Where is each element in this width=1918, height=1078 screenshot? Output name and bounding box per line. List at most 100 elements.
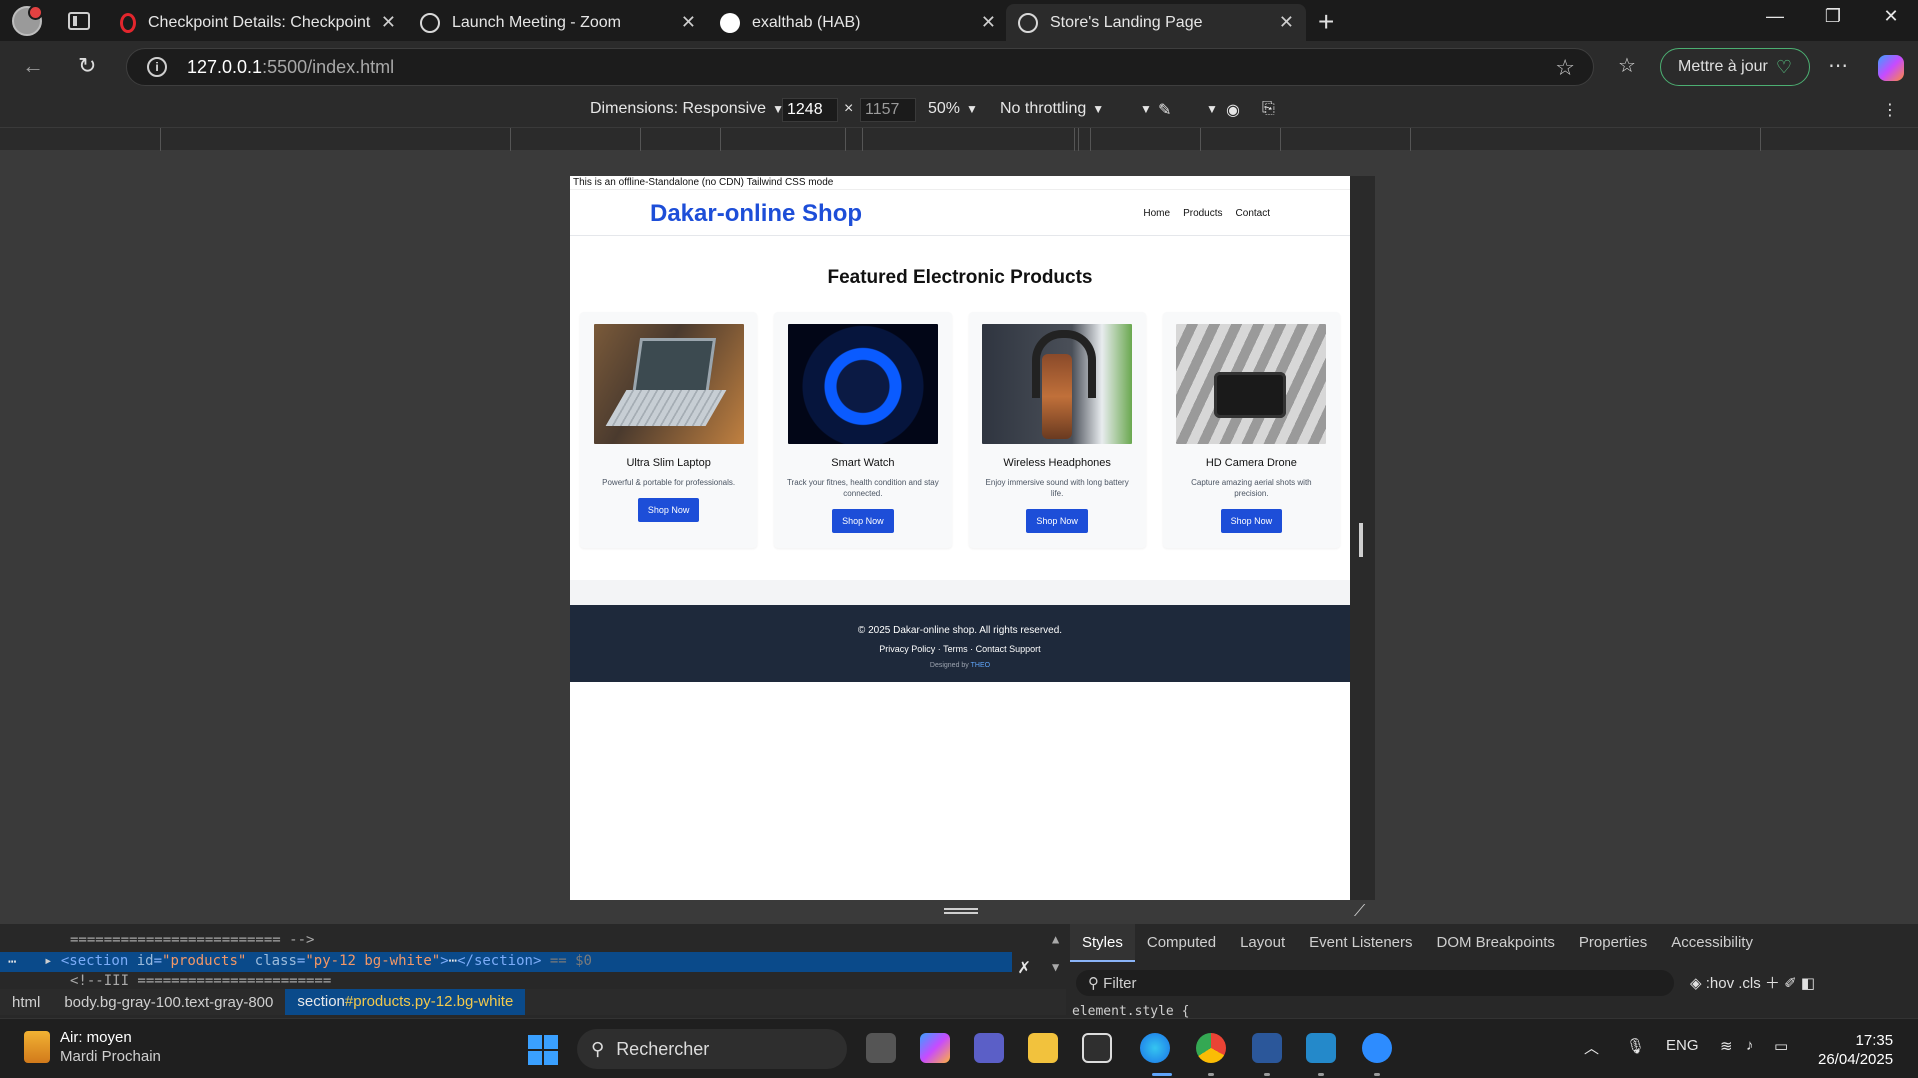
close-window-icon[interactable]: ✕ [1876, 6, 1906, 27]
reload-icon[interactable]: ↻ [78, 53, 96, 79]
device-caret-icon[interactable]: ▼ [1134, 100, 1152, 118]
tab-properties[interactable]: Properties [1567, 924, 1659, 962]
new-tab-button[interactable]: + [1318, 6, 1334, 38]
opera-icon [120, 12, 136, 33]
site-brand[interactable]: Dakar-online Shop [650, 200, 862, 228]
tab-store-landing[interactable]: Store's Landing Page ✕ [1006, 4, 1306, 41]
tab-styles[interactable]: Styles [1070, 924, 1135, 962]
copilot-taskbar-icon[interactable] [920, 1033, 950, 1063]
breadcrumb-section[interactable]: section#products.py-12.bg-white [285, 989, 526, 1015]
selected-dom-node[interactable]: ⋯ ▸ <section id="products" class="py-12 … [0, 952, 1012, 972]
tab-checkpoint[interactable]: Checkpoint Details: Checkpoint R ✕ [108, 4, 408, 41]
edge-icon[interactable] [1140, 1033, 1170, 1063]
update-button[interactable]: Mettre à jour ♡ [1660, 48, 1810, 86]
layers-icon[interactable]: ◈ [1690, 975, 1702, 992]
headphones-image [982, 324, 1133, 444]
shop-now-button[interactable]: Shop Now [1026, 509, 1088, 533]
node-actions-icon[interactable]: ⋯ [8, 954, 16, 970]
copilot-icon[interactable] [1878, 55, 1904, 81]
paint-icon[interactable]: ✐ [1784, 975, 1797, 992]
nav-home-link[interactable]: Home [1143, 208, 1170, 219]
microphone-icon[interactable]: 🎙 [1626, 1037, 1645, 1055]
nav-products-link[interactable]: Products [1183, 208, 1222, 219]
height-input[interactable]: 1157 [860, 98, 916, 122]
teams-icon[interactable] [974, 1033, 1004, 1063]
tab-strip: Checkpoint Details: Checkpoint R ✕ Launc… [0, 0, 1918, 41]
tab-close-icon[interactable]: ✕ [381, 12, 396, 33]
styles-filter-input[interactable]: ⚲ Filter [1076, 970, 1674, 996]
more-menu-icon[interactable]: ⋯ [1828, 53, 1848, 78]
device-more-icon[interactable]: ⋮ [1882, 100, 1898, 120]
breadcrumb-html[interactable]: html [0, 994, 52, 1011]
vscode-icon[interactable] [1306, 1033, 1336, 1063]
cls-toggle[interactable]: .cls [1738, 975, 1761, 992]
system-clock[interactable]: 17:35 26/04/2025 [1818, 1031, 1893, 1069]
filter-icon: ⚲ [1088, 975, 1104, 992]
tab-close-icon[interactable]: ✕ [981, 12, 996, 33]
store-icon[interactable] [1082, 1033, 1112, 1063]
sensor-pen-icon[interactable]: ✎ [1158, 100, 1171, 120]
wifi-icon[interactable]: ≋ [1720, 1037, 1733, 1055]
restore-icon[interactable]: ❐ [1818, 6, 1848, 27]
bottom-resize-handle[interactable] [944, 908, 978, 914]
width-input[interactable]: 1248 [782, 98, 838, 122]
right-resize-handle[interactable] [1359, 523, 1363, 557]
breadcrumb-body[interactable]: body.bg-gray-100.text-gray-800 [52, 994, 285, 1011]
windows-start-icon[interactable] [528, 1035, 558, 1065]
footer-links[interactable]: Privacy Policy · Terms · Contact Support [570, 644, 1350, 654]
designer-link[interactable]: THEO [971, 662, 990, 669]
show-hidden-icons[interactable]: ︿ [1584, 1037, 1599, 1058]
shop-now-button[interactable]: Shop Now [1220, 509, 1283, 533]
site-info-icon[interactable]: i [147, 57, 167, 77]
nav-contact-link[interactable]: Contact [1236, 208, 1270, 219]
times-sign: × [844, 100, 854, 117]
close-icon[interactable]: ✗ [1018, 954, 1030, 978]
rotate-icon[interactable]: ⎘ [1262, 100, 1275, 118]
dimensions-select[interactable]: Dimensions: Responsive ▼ [590, 100, 784, 118]
element-style-rule[interactable]: element.style { [1072, 1004, 1189, 1019]
word-icon[interactable] [1252, 1033, 1282, 1063]
zoom-select[interactable]: 50% ▼ [928, 100, 978, 118]
eye-icon[interactable]: ◉ [1226, 100, 1240, 120]
taskbar-search[interactable]: ⚲ Rechercher [577, 1029, 847, 1069]
weather-widget[interactable]: Air: moyen Mardi Prochain [24, 1029, 161, 1065]
corner-resize-handle[interactable]: ⟋ [1354, 903, 1365, 921]
tab-close-icon[interactable]: ✕ [1279, 12, 1294, 33]
shop-now-button[interactable]: Shop Now [637, 498, 700, 522]
tab-zoom[interactable]: Launch Meeting - Zoom ✕ [408, 4, 708, 41]
add-rule-icon[interactable]: ＋ [1765, 975, 1780, 992]
throttling-select[interactable]: No throttling ▼ [1000, 100, 1104, 118]
tab-github[interactable]: exalthab (HAB) ✕ [708, 4, 1008, 41]
tab-actions-icon[interactable] [68, 11, 90, 30]
device-caret-icon[interactable]: ▼ [1200, 100, 1218, 118]
profile-avatar[interactable] [12, 4, 43, 36]
favorite-star-icon[interactable]: ☆ [1555, 55, 1575, 81]
sidebar-toggle-icon[interactable]: ◧ [1801, 975, 1815, 992]
tab-accessibility[interactable]: Accessibility [1659, 924, 1765, 962]
scroll-arrows[interactable]: ▲ ▼ [1052, 932, 1059, 974]
dom-comment-line[interactable]: <!--III ======================= [70, 973, 331, 989]
file-explorer-icon[interactable] [1028, 1033, 1058, 1063]
minimize-icon[interactable]: — [1760, 6, 1790, 27]
language-indicator[interactable]: ENG [1666, 1037, 1699, 1054]
tab-close-icon[interactable]: ✕ [681, 12, 696, 33]
device-toolbar: Dimensions: Responsive ▼ 1248 × 1157 50% ▼… [0, 93, 1918, 127]
battery-icon[interactable]: ▭ [1774, 1037, 1788, 1055]
product-description: Capture amazing aerial shots with precis… [1191, 478, 1312, 498]
tab-event-listeners[interactable]: Event Listeners [1297, 924, 1424, 962]
github-icon [720, 12, 740, 33]
tab-computed[interactable]: Computed [1135, 924, 1228, 962]
dom-comment-line[interactable]: ========================= --> [70, 932, 314, 948]
tab-dom-breakpoints[interactable]: DOM Breakpoints [1425, 924, 1567, 962]
address-bar[interactable]: i 127.0.0.1:5500/index.html ☆ [126, 48, 1594, 86]
favorites-icon[interactable]: ☆ [1618, 53, 1636, 78]
volume-icon[interactable]: ♪ [1746, 1037, 1754, 1054]
task-view-icon[interactable] [866, 1033, 896, 1063]
chrome-icon[interactable] [1196, 1033, 1226, 1063]
back-icon[interactable]: ← [22, 53, 44, 79]
tab-layout[interactable]: Layout [1228, 924, 1297, 962]
shop-now-button[interactable]: Shop Now [832, 509, 894, 533]
windows-taskbar: Air: moyen Mardi Prochain ⚲ Rechercher ︿… [0, 1018, 1918, 1078]
hov-toggle[interactable]: :hov [1706, 975, 1734, 992]
zoom-icon[interactable] [1362, 1033, 1392, 1063]
